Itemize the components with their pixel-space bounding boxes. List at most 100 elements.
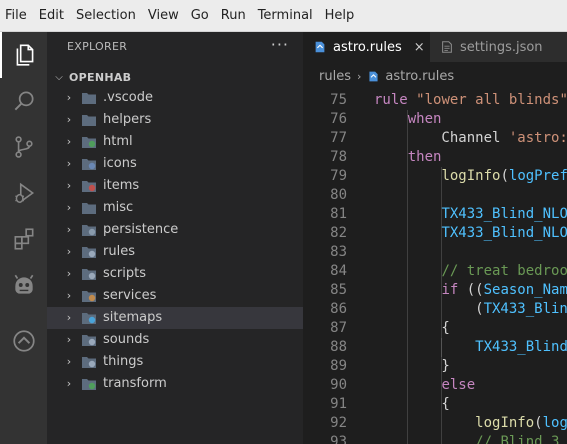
json-file-icon: [442, 41, 452, 53]
menu-terminal[interactable]: Terminal: [252, 0, 319, 31]
code-text: rule "lower all blinds": [374, 91, 567, 110]
code-token: else: [441, 377, 476, 393]
code-token: TX433_Blind_NLO: [441, 225, 567, 241]
source-control-button[interactable]: [0, 124, 47, 170]
breadcrumb-folder[interactable]: rules: [319, 69, 351, 84]
tab-astro-rules[interactable]: astro.rules ×: [303, 32, 430, 62]
code-line: 78 then: [303, 148, 567, 167]
menu-view[interactable]: View: [142, 0, 185, 31]
code-text: if ((Season_Nam: [374, 281, 567, 300]
folder-html-icon: [82, 137, 96, 148]
tree-item-services[interactable]: › services: [47, 285, 303, 307]
tree-item-icons[interactable]: › icons: [47, 153, 303, 175]
menu-help[interactable]: Help: [319, 0, 361, 31]
more-actions-button[interactable]: ···: [271, 35, 289, 54]
folder-scripts-icon: [82, 269, 96, 280]
code-line: 88 TX433_Blind: [303, 338, 567, 357]
run-debug-icon: [14, 182, 34, 204]
search-button[interactable]: [0, 78, 47, 124]
code-token: {: [374, 396, 450, 412]
tree-item-items[interactable]: › items: [47, 175, 303, 197]
code-text: else: [374, 376, 475, 395]
tab-settings-json[interactable]: settings.json: [430, 32, 567, 62]
code-token: then: [407, 149, 442, 165]
menu-run[interactable]: Run: [215, 0, 252, 31]
menu-edit[interactable]: Edit: [33, 0, 70, 31]
line-number: 89: [330, 358, 347, 374]
code-text: Channel 'astro:: [374, 129, 567, 148]
openhab-alien-button[interactable]: [0, 262, 47, 308]
chevron-right-icon: ›: [66, 377, 72, 390]
code-text: logInfo(log: [374, 414, 567, 433]
openhab-logo-button[interactable]: [0, 318, 47, 364]
folder-sitemaps-icon: [82, 313, 96, 324]
tree-item-rules[interactable]: › rules: [47, 241, 303, 263]
line-number: 77: [330, 130, 347, 146]
code-text: TX433_Blind: [374, 338, 567, 357]
rules-file-icon: [369, 71, 378, 81]
tree-item-persistence[interactable]: › persistence: [47, 219, 303, 241]
chevron-right-icon: ›: [66, 333, 72, 346]
code-token: ((: [458, 282, 484, 298]
tree-item-sounds[interactable]: › sounds: [47, 329, 303, 351]
code-text: TX433_Blind_NLO: [374, 205, 567, 224]
tree-item-transform[interactable]: › transform: [47, 373, 303, 395]
code-token: if: [441, 282, 459, 298]
code-token: // treat bedroo: [441, 263, 567, 279]
tree-item-helpers[interactable]: › helpers: [47, 109, 303, 131]
code-editor[interactable]: 75 rule "lower all blinds" 76 when 77 Chann…: [303, 91, 567, 444]
tree-item-vscode[interactable]: › .vscode: [47, 87, 303, 109]
run-debug-button[interactable]: [0, 170, 47, 216]
code-line: 93 // Blind 3: [303, 433, 567, 444]
code-line: 86 (TX433_Blin: [303, 300, 567, 319]
menu-file[interactable]: File: [0, 0, 33, 31]
code-token: Channel: [374, 130, 509, 146]
tree-item-html[interactable]: › html: [47, 131, 303, 153]
code-text: // treat bedroo: [374, 262, 567, 281]
folder-transform-icon: [82, 379, 96, 390]
code-token: when: [407, 111, 442, 127]
chevron-right-icon: ›: [66, 289, 72, 302]
menu-go[interactable]: Go: [185, 0, 215, 31]
line-number: 91: [330, 396, 347, 412]
code-line: 81 TX433_Blind_NLO: [303, 205, 567, 224]
folder-things-icon: [82, 357, 96, 368]
code-line: 92 logInfo(log: [303, 414, 567, 433]
code-text: then: [374, 148, 442, 167]
tree-item-label: transform: [103, 376, 167, 391]
close-icon[interactable]: ×: [414, 40, 425, 55]
extensions-button[interactable]: [0, 216, 47, 262]
code-token: TX433_Blind_NLO: [441, 206, 567, 222]
folder-icon: [82, 203, 96, 214]
tree-item-label: persistence: [103, 222, 179, 237]
code-text: }: [374, 357, 449, 376]
tree-item-misc[interactable]: › misc: [47, 197, 303, 219]
code-token: TX433_Blin: [483, 301, 567, 317]
code-token: (: [534, 415, 543, 431]
workspace-root[interactable]: ⌵ OPENHAB: [47, 67, 303, 87]
source-control-icon: [14, 136, 33, 158]
breadcrumb-file[interactable]: astro.rules: [385, 69, 454, 84]
chevron-right-icon: ›: [66, 267, 72, 280]
code-text: // Blind 3: [374, 433, 559, 444]
explorer-button[interactable]: [0, 32, 47, 78]
tree-item-label: items: [103, 178, 140, 193]
tree-item-things[interactable]: › things: [47, 351, 303, 373]
tree-item-sitemaps[interactable]: › sitemaps: [47, 307, 303, 329]
chevron-right-icon: ›: [66, 245, 72, 258]
menu-selection[interactable]: Selection: [70, 0, 142, 31]
code-token: log: [542, 415, 567, 431]
line-number: 84: [330, 263, 347, 279]
line-number: 83: [330, 244, 347, 260]
code-line: 79 logInfo(logPref: [303, 167, 567, 186]
tree-item-scripts[interactable]: › scripts: [47, 263, 303, 285]
chevron-down-icon: ⌵: [55, 71, 63, 83]
line-number: 80: [330, 187, 347, 203]
line-number: 85: [330, 282, 347, 298]
